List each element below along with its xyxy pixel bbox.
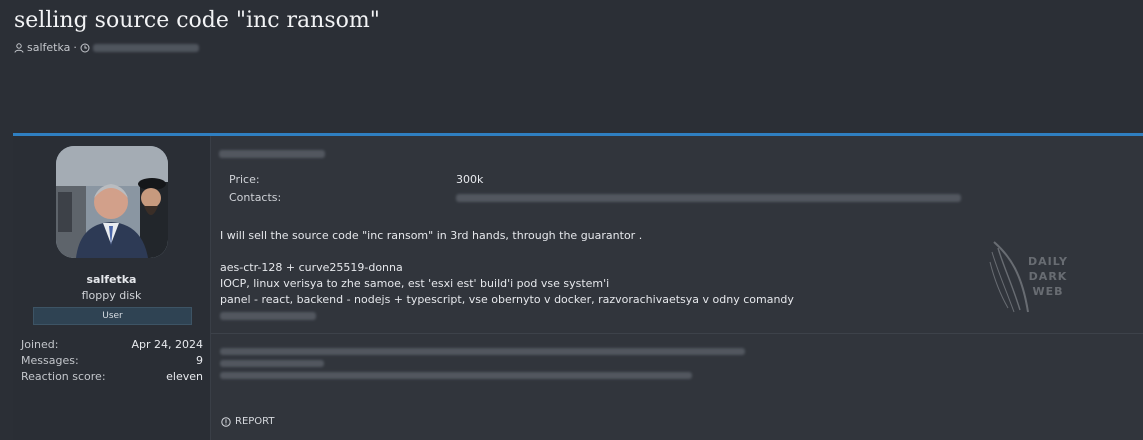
signature-line-redacted [220, 372, 692, 379]
post-line-redacted [220, 312, 316, 320]
stat-reaction-score: Reaction score: eleven [21, 370, 203, 383]
user-icon [14, 42, 24, 53]
stat-messages: Messages: 9 [21, 354, 203, 367]
watermark: DAILY DARK WEB [988, 238, 1108, 318]
watermark-line: DAILY [1028, 255, 1068, 268]
stat-joined: Joined: Apr 24, 2024 [21, 338, 203, 351]
user-banner: User [33, 307, 192, 325]
signature [220, 348, 745, 384]
signature-line-redacted [220, 348, 745, 355]
username[interactable]: salfetka [13, 273, 210, 286]
user-stats: Joined: Apr 24, 2024 Messages: 9 Reactio… [21, 337, 203, 385]
watermark-line: DARK [1028, 270, 1068, 283]
thread-title: selling source code "inc ransom" [14, 8, 380, 33]
post-line: panel - react, backend - nodejs + typesc… [220, 293, 794, 306]
thread-meta: salfetka · [14, 41, 199, 54]
signature-line-redacted [220, 360, 324, 367]
post-line: aes-ctr-128 + curve25519-donna [220, 261, 403, 274]
report-icon [221, 416, 231, 427]
post-date-redacted[interactable] [219, 150, 325, 158]
post-line: I will sell the source code "inc ransom"… [220, 229, 643, 242]
post: salfetka floppy disk User Joined: Apr 24… [13, 133, 1143, 440]
post-content: Price: 300k Contacts: I will sell the so… [211, 136, 1143, 440]
user-sidebar: salfetka floppy disk User Joined: Apr 24… [13, 136, 211, 440]
meta-separator: · [73, 41, 77, 54]
report-label: REPORT [235, 416, 275, 427]
watermark-line: WEB [1032, 285, 1064, 298]
page-header: selling source code "inc ransom" salfetk… [0, 0, 1143, 135]
contacts-redacted [456, 194, 961, 202]
report-button[interactable]: REPORT [221, 416, 275, 427]
post-body: I will sell the source code "inc ransom"… [220, 228, 794, 325]
avatar[interactable] [56, 146, 168, 258]
thread-date-redacted[interactable] [92, 43, 199, 52]
signature-divider [211, 333, 1143, 334]
thread-author-link[interactable]: salfetka [27, 41, 70, 54]
user-title: floppy disk [81, 289, 142, 302]
clock-icon [80, 43, 90, 53]
post-line: IOCP, linux verisya to zhe samoe, est 'e… [220, 277, 610, 290]
